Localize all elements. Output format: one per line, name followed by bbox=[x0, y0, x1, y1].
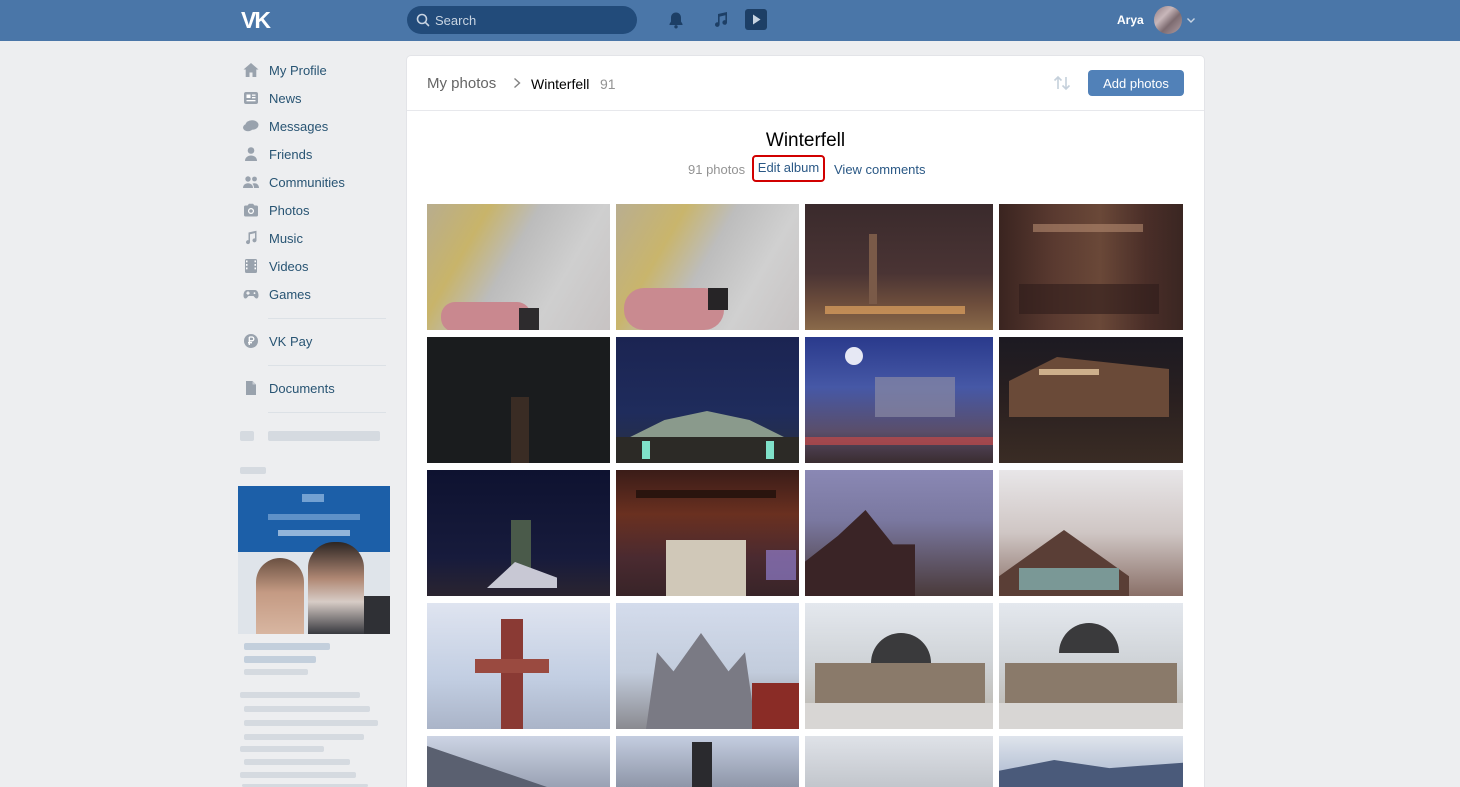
photo-thumbnail[interactable] bbox=[999, 736, 1183, 787]
photo-thumbnail[interactable] bbox=[616, 470, 799, 596]
sidebar-item-news[interactable]: News bbox=[240, 84, 390, 112]
sidebar-item-label: My Profile bbox=[269, 62, 327, 78]
photo-grid bbox=[427, 198, 1183, 787]
photo-thumbnail[interactable] bbox=[999, 337, 1183, 463]
album-panel: My photos Winterfell 91 Add photos Winte… bbox=[407, 56, 1204, 787]
blurred-ad-text bbox=[244, 706, 370, 712]
view-comments-link[interactable]: View comments bbox=[834, 162, 926, 177]
blurred-ad-title bbox=[244, 656, 316, 663]
blurred-ad-title bbox=[244, 643, 330, 650]
ad-banner-image[interactable] bbox=[238, 486, 390, 634]
sidebar-divider bbox=[268, 318, 386, 319]
sidebar-item-label: Communities bbox=[269, 174, 345, 190]
sidebar-item-games[interactable]: Games bbox=[240, 280, 390, 308]
sidebar-item-label: VK Pay bbox=[269, 333, 313, 349]
sidebar-item-videos[interactable]: Videos bbox=[240, 252, 390, 280]
friend-icon bbox=[245, 147, 257, 161]
blurred-ad-text bbox=[240, 772, 356, 778]
blurred-ad-text bbox=[240, 692, 360, 698]
breadcrumb-current-album: Winterfell bbox=[531, 76, 590, 92]
photo-thumbnail[interactable] bbox=[805, 736, 993, 787]
photo-thumbnail[interactable] bbox=[616, 204, 799, 330]
photo-thumbnail[interactable] bbox=[427, 337, 610, 463]
music-note-icon bbox=[246, 230, 257, 245]
breadcrumb-my-photos[interactable]: My photos bbox=[427, 75, 496, 92]
blurred-item-icon bbox=[240, 431, 254, 441]
photo-thumbnail[interactable] bbox=[616, 603, 799, 729]
photo-thumbnail[interactable] bbox=[999, 204, 1183, 330]
blurred-item-label bbox=[268, 431, 380, 441]
sidebar-item-label: News bbox=[269, 90, 302, 106]
photo-thumbnail[interactable] bbox=[805, 603, 993, 729]
edit-album-link[interactable]: Edit album bbox=[752, 155, 825, 182]
search-icon bbox=[416, 13, 430, 27]
bell-icon[interactable] bbox=[666, 10, 686, 30]
add-photos-button[interactable]: Add photos bbox=[1088, 70, 1184, 96]
blurred-ad-text bbox=[244, 720, 378, 726]
sidebar-item-messages[interactable]: Messages bbox=[240, 112, 390, 140]
messages-icon bbox=[243, 120, 259, 132]
blurred-ad-text bbox=[240, 746, 324, 752]
photo-thumbnail[interactable] bbox=[805, 470, 993, 596]
photo-thumbnail[interactable] bbox=[999, 470, 1183, 596]
sidebar-item-friends[interactable]: Friends bbox=[240, 140, 390, 168]
sidebar-item-label: Videos bbox=[269, 258, 309, 274]
photo-thumbnail[interactable] bbox=[805, 204, 993, 330]
avatar[interactable] bbox=[1154, 6, 1182, 34]
sidebar-item-label: Games bbox=[269, 286, 311, 302]
user-name[interactable]: Arya bbox=[1117, 13, 1144, 27]
sidebar-item-label: Photos bbox=[269, 202, 310, 218]
document-icon bbox=[246, 381, 256, 395]
sidebar-item-label: Messages bbox=[269, 118, 329, 134]
album-meta: 91 photos · Edit album View comments bbox=[407, 155, 1204, 182]
sidebar-divider bbox=[268, 412, 386, 413]
play-video-icon[interactable] bbox=[744, 8, 768, 31]
search-input[interactable] bbox=[407, 6, 637, 34]
chevron-down-icon[interactable] bbox=[1186, 15, 1196, 25]
photo-thumbnail[interactable] bbox=[427, 736, 610, 787]
music-note-icon[interactable] bbox=[711, 10, 731, 30]
gamepad-icon bbox=[243, 290, 259, 299]
photo-thumbnail[interactable] bbox=[427, 603, 610, 729]
blurred-ad-text bbox=[244, 669, 308, 675]
photo-thumbnail[interactable] bbox=[999, 603, 1183, 729]
blurred-ad-text bbox=[244, 759, 350, 765]
sidebar-item-label: Friends bbox=[269, 146, 313, 162]
sidebar-divider bbox=[268, 365, 386, 366]
photo-thumbnail[interactable] bbox=[616, 736, 799, 787]
ruble-coin-icon bbox=[244, 334, 258, 348]
chevron-right-icon bbox=[514, 77, 521, 89]
blurred-caption bbox=[240, 467, 266, 474]
sidebar-item-documents[interactable]: Documents bbox=[240, 374, 390, 402]
photo-thumbnail[interactable] bbox=[427, 204, 610, 330]
vk-logo[interactable]: VK bbox=[241, 6, 275, 34]
communities-icon bbox=[243, 176, 259, 188]
panel-header: My photos Winterfell 91 Add photos bbox=[407, 56, 1204, 111]
camera-icon bbox=[244, 203, 258, 217]
news-icon bbox=[244, 92, 258, 104]
sidebar-item-label: Music bbox=[269, 230, 303, 246]
home-icon bbox=[243, 63, 259, 77]
breadcrumb-photo-count: 91 bbox=[600, 76, 616, 92]
sidebar-item-communities[interactable]: Communities bbox=[240, 168, 390, 196]
album-title: Winterfell bbox=[765, 130, 846, 151]
photo-thumbnail[interactable] bbox=[427, 470, 610, 596]
album-photo-count: 91 photos bbox=[688, 162, 746, 177]
sidebar-item-label: Documents bbox=[269, 380, 335, 396]
sidebar-item-music[interactable]: Music bbox=[240, 224, 390, 252]
blurred-ad-text bbox=[244, 734, 364, 740]
photo-thumbnail[interactable] bbox=[616, 337, 799, 463]
sidebar-item-photos[interactable]: Photos bbox=[240, 196, 390, 224]
photo-thumbnail[interactable] bbox=[805, 337, 993, 463]
sort-arrows-icon[interactable] bbox=[1052, 74, 1072, 92]
sidebar-item-vk-pay[interactable]: VK Pay bbox=[240, 327, 390, 355]
film-icon bbox=[245, 259, 257, 273]
sidebar-item-my-profile[interactable]: My Profile bbox=[240, 56, 390, 84]
